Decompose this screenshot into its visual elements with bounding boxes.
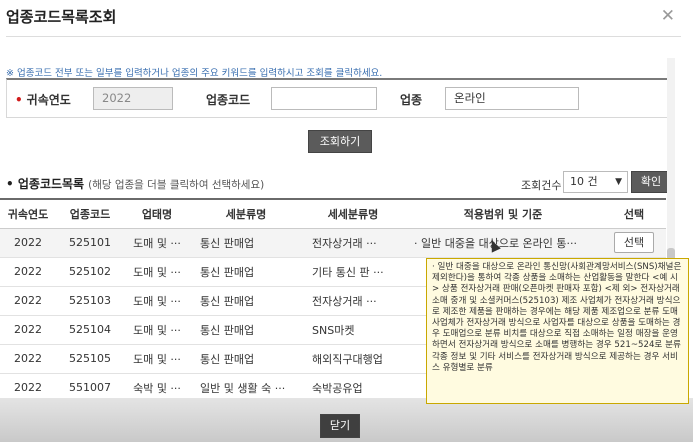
- cell-business-type: 도매 및 ···: [124, 315, 190, 345]
- dialog-title: 업종코드목록조회: [6, 8, 117, 26]
- col-header-business-type: 업태명: [124, 198, 190, 229]
- col-header-select: 선택: [602, 198, 666, 229]
- cell-code: 525102: [56, 257, 124, 287]
- cell-scope: · 일반 대중을 대상으로 온라인 통···: [404, 228, 602, 258]
- cell-detail-class: 기타 통신 판 ···: [302, 257, 404, 287]
- search-notice: ※ 업종코드 전부 또는 일부를 입력하거나 업종의 주요 키워드를 입력하시고…: [6, 68, 383, 79]
- search-box: • 귀속연도 2022 업종코드 업종 온라인: [6, 78, 670, 118]
- cell-select: 선택: [602, 228, 666, 258]
- col-header-subclass: 세분류명: [190, 198, 302, 229]
- col-header-scope: 적용범위 및 기준: [404, 198, 602, 229]
- list-bullet: •: [6, 177, 18, 191]
- code-label: 업종코드: [206, 93, 251, 107]
- scope-tooltip: · 일반 대중을 대상으로 온라인 통신망(사회관계망서비스(SNS)채널은 제…: [426, 258, 689, 404]
- cell-business-type: 도매 및 ···: [124, 257, 190, 287]
- cell-detail-class: SNS마켓: [302, 315, 404, 345]
- industry-field[interactable]: 온라인: [445, 87, 579, 110]
- cell-subclass: 통신 판매업: [190, 315, 302, 345]
- list-title-text: 업종코드목록: [17, 177, 85, 191]
- search-button[interactable]: 조회하기: [308, 130, 372, 153]
- cell-subclass: 통신 판매업: [190, 257, 302, 287]
- col-header-detail-class: 세세분류명: [302, 198, 404, 229]
- title-divider: [6, 36, 681, 37]
- cell-business-type: 도매 및 ···: [124, 228, 190, 258]
- cell-subclass: 통신 판매업: [190, 344, 302, 374]
- table-row[interactable]: 2022 525101 도매 및 ··· 통신 판매업 전자상거래 ··· · …: [0, 228, 666, 258]
- cell-year: 2022: [0, 344, 56, 374]
- table-header-row: 귀속연도 업종코드 업태명 세분류명 세세분류명 적용범위 및 기준 선택: [0, 198, 666, 229]
- cell-year: 2022: [0, 286, 56, 316]
- count-label: 조회건수: [521, 179, 562, 192]
- close-button[interactable]: 닫기: [320, 414, 360, 438]
- cell-detail-class: 전자상거래 ···: [302, 228, 404, 258]
- confirm-button[interactable]: 확인: [631, 171, 671, 193]
- col-header-year: 귀속연도: [0, 198, 56, 229]
- industry-label: 업종: [400, 93, 423, 107]
- col-header-code: 업종코드: [56, 198, 124, 229]
- cell-subclass: 통신 판매업: [190, 286, 302, 316]
- chevron-down-icon: ▼: [615, 177, 622, 187]
- cell-business-type: 도매 및 ···: [124, 344, 190, 374]
- year-field: 2022: [93, 87, 173, 110]
- code-field[interactable]: [271, 87, 377, 110]
- cell-year: 2022: [0, 257, 56, 287]
- cell-detail-class: 해외직구대행업: [302, 344, 404, 374]
- cell-year: 2022: [0, 315, 56, 345]
- cell-code: 525101: [56, 228, 124, 258]
- cell-year: 2022: [0, 228, 56, 258]
- cell-code: 525105: [56, 344, 124, 374]
- year-label: • 귀속연도: [15, 93, 71, 107]
- count-select[interactable]: 10 건 ▼: [563, 171, 628, 193]
- required-mark: •: [15, 93, 23, 107]
- select-button[interactable]: 선택: [614, 232, 654, 253]
- cell-detail-class: 전자상거래 ···: [302, 286, 404, 316]
- cell-subclass: 통신 판매업: [190, 228, 302, 258]
- cell-business-type: 도매 및 ···: [124, 286, 190, 316]
- list-title: • 업종코드목록 (해당 업종을 더블 클릭하여 선택하세요): [6, 175, 264, 192]
- list-hint: (해당 업종을 더블 클릭하여 선택하세요): [88, 179, 265, 191]
- close-icon[interactable]: ✕: [661, 6, 675, 26]
- cell-code: 525104: [56, 315, 124, 345]
- cell-code: 525103: [56, 286, 124, 316]
- count-value: 10 건: [570, 175, 598, 188]
